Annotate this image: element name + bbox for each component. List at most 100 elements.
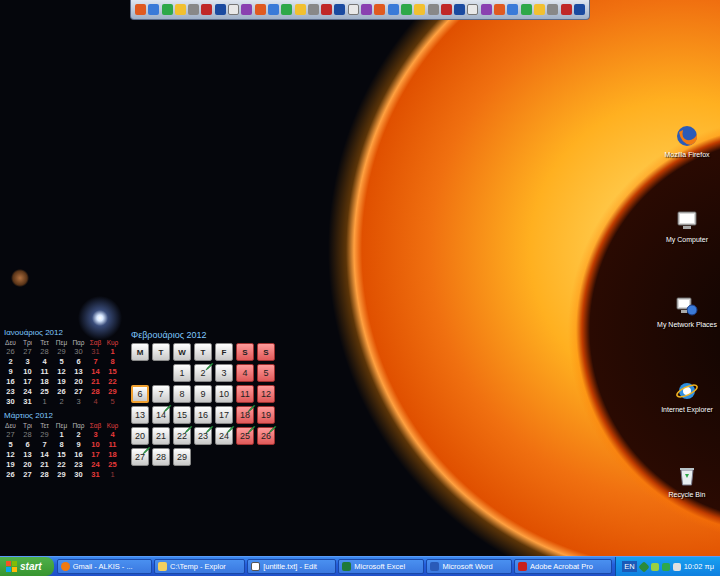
toolbar-app-icon[interactable] (321, 4, 332, 15)
calendar-day[interactable]: 5 (104, 397, 121, 407)
calendar-day[interactable]: 3 (87, 430, 104, 440)
calendar-day[interactable]: 2 (53, 397, 70, 407)
calendar-day[interactable]: 11 (36, 367, 53, 377)
tray-app-icon[interactable] (651, 563, 659, 571)
calendar-day[interactable]: 1 (36, 397, 53, 407)
toolbar-app-icon[interactable] (162, 4, 173, 15)
taskbar-button[interactable]: Adobe Acrobat Pro (514, 559, 612, 574)
calendar-day[interactable]: 9 (70, 440, 87, 450)
calendar-day[interactable]: 12 (53, 367, 70, 377)
toolbar-app-icon[interactable] (454, 4, 465, 15)
calendar-day[interactable]: 29 (173, 448, 191, 466)
calendar-day[interactable]: 16 (70, 450, 87, 460)
calendar-day[interactable]: 17 (215, 406, 233, 424)
tray-app-icon[interactable] (662, 563, 670, 571)
calendar-day[interactable]: 3 (215, 364, 233, 382)
toolbar-app-icon[interactable] (494, 4, 505, 15)
toolbar-app-icon[interactable] (175, 4, 186, 15)
calendar-day[interactable]: 12 (257, 385, 275, 403)
toolbar-app-icon[interactable] (135, 4, 146, 15)
toolbar-app-icon[interactable] (308, 4, 319, 15)
toolbar-app-icon[interactable] (374, 4, 385, 15)
calendar-day[interactable]: 3 (70, 397, 87, 407)
calendar-day[interactable]: 26 (2, 470, 19, 480)
desktop-icon[interactable]: Recycle Bin (654, 464, 720, 541)
calendar-day[interactable]: 17 (87, 450, 104, 460)
calendar-day[interactable]: 1 (53, 430, 70, 440)
calendar-day[interactable]: 6 (19, 440, 36, 450)
language-indicator[interactable]: EN (622, 561, 636, 572)
calendar-day[interactable]: 24 (87, 460, 104, 470)
calendar-day[interactable]: 26 (53, 387, 70, 397)
calendar-day[interactable]: 3 (19, 357, 36, 367)
calendar-day[interactable]: 7 (152, 385, 170, 403)
calendar-day[interactable]: 30 (70, 470, 87, 480)
toolbar-app-icon[interactable] (401, 4, 412, 15)
calendar-day[interactable]: 24 (215, 427, 233, 445)
calendar-day[interactable]: 15 (53, 450, 70, 460)
calendar-day[interactable]: 18 (36, 377, 53, 387)
calendar-day[interactable]: 5 (257, 364, 275, 382)
calendar-day[interactable]: 19 (2, 460, 19, 470)
calendar-day[interactable]: 28 (152, 448, 170, 466)
calendar-day[interactable]: 13 (131, 406, 149, 424)
toolbar-app-icon[interactable] (507, 4, 518, 15)
calendar-day[interactable]: 27 (19, 347, 36, 357)
taskbar-button[interactable]: Microsoft Excel (338, 559, 424, 574)
calendar-day[interactable]: 26 (257, 427, 275, 445)
calendar-day[interactable]: 28 (36, 470, 53, 480)
calendar-day[interactable]: 21 (87, 377, 104, 387)
toolbar-app-icon[interactable] (428, 4, 439, 15)
calendar-day[interactable]: 8 (173, 385, 191, 403)
calendar-day[interactable]: 31 (87, 347, 104, 357)
toolbar-app-icon[interactable] (201, 4, 212, 15)
calendar-day[interactable]: 4 (104, 430, 121, 440)
tray-app-icon[interactable] (673, 563, 681, 571)
calendar-day[interactable]: 27 (131, 448, 149, 466)
toolbar-app-icon[interactable] (295, 4, 306, 15)
calendar-day[interactable]: 29 (104, 387, 121, 397)
calendar-day[interactable]: 16 (194, 406, 212, 424)
calendar-day[interactable]: 2 (2, 357, 19, 367)
clock[interactable]: 10:02 πμ (684, 562, 714, 571)
toolbar-app-icon[interactable] (334, 4, 345, 15)
toolbar-app-icon[interactable] (241, 4, 252, 15)
toolbar-app-icon[interactable] (188, 4, 199, 15)
toolbar-app-icon[interactable] (228, 4, 239, 15)
tray-app-icon[interactable] (638, 561, 649, 572)
toolbar-app-icon[interactable] (414, 4, 425, 15)
toolbar-app-icon[interactable] (361, 4, 372, 15)
calendar-day[interactable]: 4 (236, 364, 254, 382)
calendar-day[interactable]: 6 (131, 385, 149, 403)
calendar-day[interactable]: 29 (53, 347, 70, 357)
calendar-day[interactable]: 12 (2, 450, 19, 460)
calendar-day[interactable]: 25 (104, 460, 121, 470)
calendar-day[interactable]: 6 (70, 357, 87, 367)
toolbar-app-icon[interactable] (268, 4, 279, 15)
desktop-icon[interactable]: Mozilla Firefox (654, 124, 720, 201)
calendar-day[interactable]: 25 (36, 387, 53, 397)
calendar-day[interactable]: 19 (257, 406, 275, 424)
calendar-day[interactable]: 20 (131, 427, 149, 445)
calendar-day[interactable]: 25 (236, 427, 254, 445)
calendar-day[interactable]: 5 (53, 357, 70, 367)
calendar-day[interactable]: 22 (173, 427, 191, 445)
calendar-day[interactable]: 10 (19, 367, 36, 377)
calendar-day[interactable]: 29 (36, 430, 53, 440)
calendar-day[interactable]: 9 (2, 367, 19, 377)
calendar-day[interactable]: 31 (87, 470, 104, 480)
toolbar-app-icon[interactable] (388, 4, 399, 15)
calendar-day[interactable]: 15 (104, 367, 121, 377)
desktop-icon[interactable]: My Computer (654, 209, 720, 286)
calendar-day[interactable]: 13 (19, 450, 36, 460)
calendar-day[interactable]: 10 (215, 385, 233, 403)
calendar-day[interactable]: 9 (194, 385, 212, 403)
calendar-day[interactable]: 11 (236, 385, 254, 403)
calendar-day[interactable]: 27 (70, 387, 87, 397)
taskbar-button[interactable]: Microsoft Word (426, 559, 512, 574)
toolbar-app-icon[interactable] (348, 4, 359, 15)
toolbar-app-icon[interactable] (148, 4, 159, 15)
toolbar-app-icon[interactable] (255, 4, 266, 15)
calendar-day[interactable]: 2 (194, 364, 212, 382)
toolbar-app-icon[interactable] (547, 4, 558, 15)
